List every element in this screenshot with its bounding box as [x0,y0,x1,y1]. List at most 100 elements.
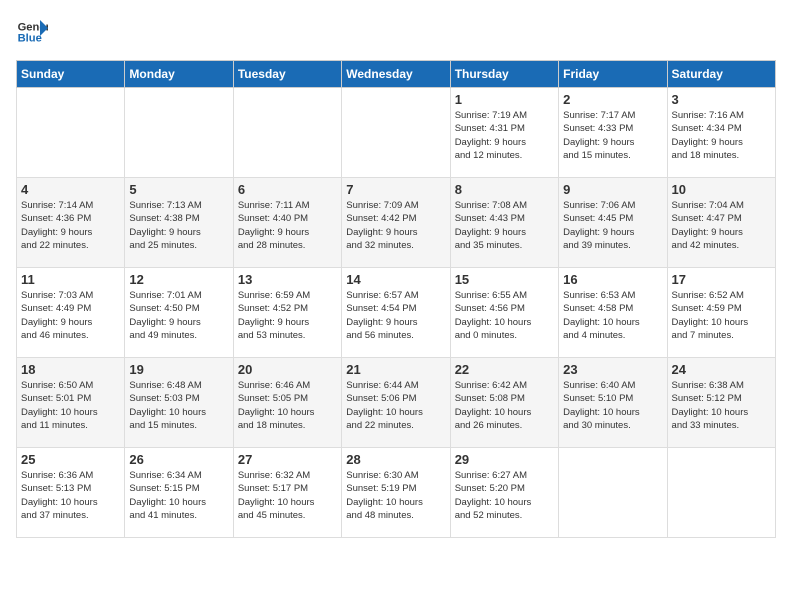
weekday-header-sunday: Sunday [17,61,125,88]
weekday-header-wednesday: Wednesday [342,61,450,88]
calendar-cell: 4 Sunrise: 7:14 AM Sunset: 4:36 PM Daylig… [17,178,125,268]
calendar-week-row: 25 Sunrise: 6:36 AM Sunset: 5:13 PM Dayli… [17,448,776,538]
calendar-cell: 9 Sunrise: 7:06 AM Sunset: 4:45 PM Daylig… [559,178,667,268]
day-info: Sunrise: 7:01 AM Sunset: 4:50 PM Dayligh… [129,289,228,342]
day-info: Sunrise: 6:30 AM Sunset: 5:19 PM Dayligh… [346,469,445,522]
calendar-week-row: 1 Sunrise: 7:19 AM Sunset: 4:31 PM Daylig… [17,88,776,178]
day-number: 12 [129,272,228,287]
day-info: Sunrise: 7:09 AM Sunset: 4:42 PM Dayligh… [346,199,445,252]
day-info: Sunrise: 6:38 AM Sunset: 5:12 PM Dayligh… [672,379,771,432]
calendar-cell: 2 Sunrise: 7:17 AM Sunset: 4:33 PM Daylig… [559,88,667,178]
day-info: Sunrise: 7:06 AM Sunset: 4:45 PM Dayligh… [563,199,662,252]
day-number: 17 [672,272,771,287]
day-number: 28 [346,452,445,467]
day-info: Sunrise: 7:17 AM Sunset: 4:33 PM Dayligh… [563,109,662,162]
day-info: Sunrise: 6:44 AM Sunset: 5:06 PM Dayligh… [346,379,445,432]
day-info: Sunrise: 7:03 AM Sunset: 4:49 PM Dayligh… [21,289,120,342]
day-info: Sunrise: 6:48 AM Sunset: 5:03 PM Dayligh… [129,379,228,432]
day-number: 26 [129,452,228,467]
day-info: Sunrise: 6:50 AM Sunset: 5:01 PM Dayligh… [21,379,120,432]
calendar-cell [342,88,450,178]
logo: General Blue [16,16,48,48]
page-header: General Blue [16,16,776,48]
calendar-cell: 8 Sunrise: 7:08 AM Sunset: 4:43 PM Daylig… [450,178,558,268]
day-number: 25 [21,452,120,467]
weekday-header-tuesday: Tuesday [233,61,341,88]
calendar-cell: 13 Sunrise: 6:59 AM Sunset: 4:52 PM Dayli… [233,268,341,358]
day-number: 20 [238,362,337,377]
day-number: 21 [346,362,445,377]
calendar-cell: 14 Sunrise: 6:57 AM Sunset: 4:54 PM Dayli… [342,268,450,358]
day-number: 1 [455,92,554,107]
day-number: 3 [672,92,771,107]
day-number: 6 [238,182,337,197]
day-number: 4 [21,182,120,197]
day-info: Sunrise: 7:11 AM Sunset: 4:40 PM Dayligh… [238,199,337,252]
calendar-cell: 20 Sunrise: 6:46 AM Sunset: 5:05 PM Dayli… [233,358,341,448]
day-info: Sunrise: 7:13 AM Sunset: 4:38 PM Dayligh… [129,199,228,252]
calendar-cell: 17 Sunrise: 6:52 AM Sunset: 4:59 PM Dayli… [667,268,775,358]
calendar-cell: 16Sunrise: 6:53 AM Sunset: 4:58 PM Dayli… [559,268,667,358]
calendar-cell: 21 Sunrise: 6:44 AM Sunset: 5:06 PM Dayli… [342,358,450,448]
calendar-cell: 28 Sunrise: 6:30 AM Sunset: 5:19 PM Dayli… [342,448,450,538]
day-number: 19 [129,362,228,377]
day-number: 8 [455,182,554,197]
day-number: 5 [129,182,228,197]
weekday-header-row: SundayMondayTuesdayWednesdayThursdayFrid… [17,61,776,88]
calendar-cell: 5 Sunrise: 7:13 AM Sunset: 4:38 PM Daylig… [125,178,233,268]
calendar-week-row: 4 Sunrise: 7:14 AM Sunset: 4:36 PM Daylig… [17,178,776,268]
calendar-cell: 6 Sunrise: 7:11 AM Sunset: 4:40 PM Daylig… [233,178,341,268]
day-info: Sunrise: 6:46 AM Sunset: 5:05 PM Dayligh… [238,379,337,432]
calendar-cell: 19 Sunrise: 6:48 AM Sunset: 5:03 PM Dayli… [125,358,233,448]
calendar-cell: 18Sunrise: 6:50 AM Sunset: 5:01 PM Dayli… [17,358,125,448]
day-info: Sunrise: 6:34 AM Sunset: 5:15 PM Dayligh… [129,469,228,522]
calendar-cell: 27Sunrise: 6:32 AM Sunset: 5:17 PM Dayli… [233,448,341,538]
calendar-cell [559,448,667,538]
day-number: 11 [21,272,120,287]
day-info: Sunrise: 6:55 AM Sunset: 4:56 PM Dayligh… [455,289,554,342]
calendar-cell: 24 Sunrise: 6:38 AM Sunset: 5:12 PM Dayli… [667,358,775,448]
day-info: Sunrise: 7:04 AM Sunset: 4:47 PM Dayligh… [672,199,771,252]
day-number: 13 [238,272,337,287]
calendar-cell [125,88,233,178]
calendar-cell: 3 Sunrise: 7:16 AM Sunset: 4:34 PM Daylig… [667,88,775,178]
day-info: Sunrise: 6:36 AM Sunset: 5:13 PM Dayligh… [21,469,120,522]
day-number: 2 [563,92,662,107]
calendar-cell: 12 Sunrise: 7:01 AM Sunset: 4:50 PM Dayli… [125,268,233,358]
calendar-table: SundayMondayTuesdayWednesdayThursdayFrid… [16,60,776,538]
day-number: 9 [563,182,662,197]
day-number: 24 [672,362,771,377]
logo-icon: General Blue [16,16,48,48]
svg-text:Blue: Blue [18,33,42,45]
calendar-cell: 25 Sunrise: 6:36 AM Sunset: 5:13 PM Dayli… [17,448,125,538]
calendar-cell: 11 Sunrise: 7:03 AM Sunset: 4:49 PM Dayli… [17,268,125,358]
day-info: Sunrise: 6:52 AM Sunset: 4:59 PM Dayligh… [672,289,771,342]
weekday-header-monday: Monday [125,61,233,88]
calendar-cell: 10 Sunrise: 7:04 AM Sunset: 4:47 PM Dayli… [667,178,775,268]
day-info: Sunrise: 7:19 AM Sunset: 4:31 PM Dayligh… [455,109,554,162]
day-info: Sunrise: 7:14 AM Sunset: 4:36 PM Dayligh… [21,199,120,252]
day-info: Sunrise: 7:16 AM Sunset: 4:34 PM Dayligh… [672,109,771,162]
calendar-cell [17,88,125,178]
calendar-week-row: 11 Sunrise: 7:03 AM Sunset: 4:49 PM Dayli… [17,268,776,358]
calendar-cell: 26 Sunrise: 6:34 AM Sunset: 5:15 PM Dayli… [125,448,233,538]
day-number: 22 [455,362,554,377]
day-number: 7 [346,182,445,197]
calendar-cell: 15 Sunrise: 6:55 AM Sunset: 4:56 PM Dayli… [450,268,558,358]
day-info: Sunrise: 6:42 AM Sunset: 5:08 PM Dayligh… [455,379,554,432]
day-number: 14 [346,272,445,287]
day-info: Sunrise: 6:27 AM Sunset: 5:20 PM Dayligh… [455,469,554,522]
calendar-cell [667,448,775,538]
calendar-cell [233,88,341,178]
day-number: 15 [455,272,554,287]
calendar-cell: 22 Sunrise: 6:42 AM Sunset: 5:08 PM Dayli… [450,358,558,448]
day-info: Sunrise: 6:57 AM Sunset: 4:54 PM Dayligh… [346,289,445,342]
calendar-cell: 23Sunrise: 6:40 AM Sunset: 5:10 PM Dayli… [559,358,667,448]
day-number: 10 [672,182,771,197]
day-info: Sunrise: 6:32 AM Sunset: 5:17 PM Dayligh… [238,469,337,522]
day-info: Sunrise: 6:59 AM Sunset: 4:52 PM Dayligh… [238,289,337,342]
day-number: 29 [455,452,554,467]
day-info: Sunrise: 6:53 AM Sunset: 4:58 PM Dayligh… [563,289,662,342]
day-info: Sunrise: 7:08 AM Sunset: 4:43 PM Dayligh… [455,199,554,252]
weekday-header-friday: Friday [559,61,667,88]
